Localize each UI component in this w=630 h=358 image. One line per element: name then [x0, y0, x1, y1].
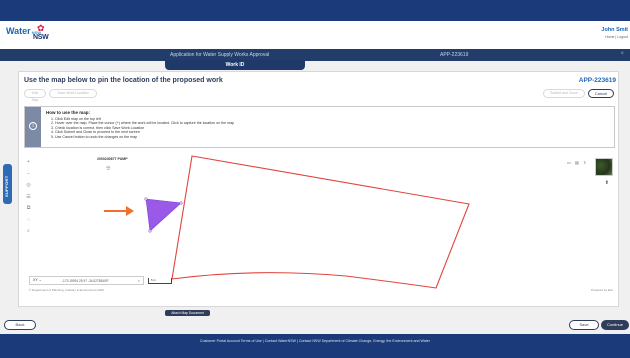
layers-icon[interactable]: ☰ — [24, 193, 33, 202]
map-card: Use the map below to pin the location of… — [18, 71, 619, 307]
save-work-location-button[interactable]: Save Work Location — [49, 89, 97, 98]
chevron-down-icon: ⌄ — [38, 278, 42, 282]
measure-icon[interactable]: ◌ — [24, 216, 33, 225]
application-title-bar: Application for Water Supply Works Appro… — [0, 49, 630, 61]
coordinate-value: -173.19991 25.97 -34.02758409° — [62, 278, 109, 283]
zoom-in-icon[interactable]: + — [24, 158, 33, 167]
basemap-icon[interactable]: ⧉ — [24, 204, 33, 213]
site-header: WaterNSW ✿ NSW John Smit Home | Logout — [0, 21, 630, 49]
info-icon: i — [29, 122, 37, 130]
save-button[interactable]: Save — [569, 320, 599, 330]
locate-icon[interactable]: ◎ — [24, 181, 33, 190]
pump-label: 2000240877 PUMP — [97, 157, 128, 161]
work-id-tab[interactable]: Work ID — [165, 60, 305, 70]
pump-icon[interactable]: ⯐ — [106, 164, 111, 174]
nsw-government-logo: ✿ NSW — [33, 23, 49, 42]
search-icon[interactable]: ⌕ — [24, 227, 33, 236]
how-to-title: How to use the map: — [46, 110, 91, 115]
title-app-id: APP-223619 — [440, 52, 469, 58]
map-toolbar: + − ◎ ☰ ⧉ ◌ ⌕ — [24, 158, 34, 239]
how-to-panel: i How to use the map: Click Edit map on … — [24, 106, 615, 148]
arrow-icon — [104, 206, 134, 216]
back-button[interactable]: Back — [4, 320, 36, 330]
page-heading: Use the map below to pin the location of… — [24, 77, 223, 84]
location-marker[interactable] — [145, 198, 182, 232]
fullscreen-icon[interactable]: ▭ — [567, 160, 571, 165]
waratah-icon: ✿ — [37, 23, 45, 33]
scale-bar: 5 m — [148, 278, 172, 284]
parcel-boundary — [171, 155, 470, 289]
legend-icon[interactable]: ▤ — [575, 160, 579, 165]
zoom-out-icon[interactable]: − — [24, 170, 33, 179]
continue-button[interactable]: Continue — [601, 320, 629, 330]
map-canvas[interactable]: + − ◎ ☰ ⧉ ◌ ⌕ 2000240877 PUMP ⯐ ▭ ▤ ⇧ ⬆ … — [24, 152, 615, 298]
map-attribution: © Department of Planning, Industry & Env… — [29, 288, 104, 292]
user-name[interactable]: John Smit — [601, 27, 628, 33]
compass-icon[interactable]: ⬆ — [605, 180, 609, 186]
basemap-thumbnail[interactable] — [595, 158, 613, 176]
coordinate-format-select[interactable]: XY ⌄ — [33, 278, 42, 282]
marker-vertex[interactable] — [144, 197, 148, 201]
submit-and-close-button[interactable]: Submit and Close — [543, 89, 585, 98]
close-icon[interactable]: × — [138, 278, 140, 283]
marker-vertex[interactable] — [148, 229, 152, 233]
how-to-step: Use Cancel button to undo the changes on… — [55, 135, 234, 139]
close-icon[interactable]: × — [620, 51, 624, 57]
share-icon[interactable]: ⇧ — [583, 160, 586, 165]
application-id: APP-223619 — [578, 77, 616, 84]
edit-map-button[interactable]: Edit Map — [24, 89, 46, 102]
user-links[interactable]: Home | Logout — [605, 35, 628, 39]
coordinate-box: XY ⌄ -173.19991 25.97 -34.02758409° × — [29, 276, 144, 285]
powered-by[interactable]: Powered by Esri — [591, 288, 613, 292]
site-footer: Customer Portal Account Terms of Use | C… — [0, 334, 630, 358]
footer-links[interactable]: Customer Portal Account Terms of Use | C… — [0, 339, 630, 343]
cancel-button[interactable]: Cancel — [588, 89, 614, 98]
top-bar — [0, 0, 630, 21]
info-panel-strip: i — [25, 107, 41, 147]
attach-map-document-button[interactable]: Attach Map Document — [165, 310, 210, 316]
how-to-steps: Click Edit map on the top left Hover ove… — [55, 117, 234, 139]
marker-vertex[interactable] — [179, 201, 183, 205]
application-title: Application for Water Supply Works Appro… — [170, 52, 270, 58]
support-tab[interactable]: SUPPORT — [3, 164, 12, 204]
map-right-controls: ▭ ▤ ⇧ ⬆ — [565, 158, 615, 188]
